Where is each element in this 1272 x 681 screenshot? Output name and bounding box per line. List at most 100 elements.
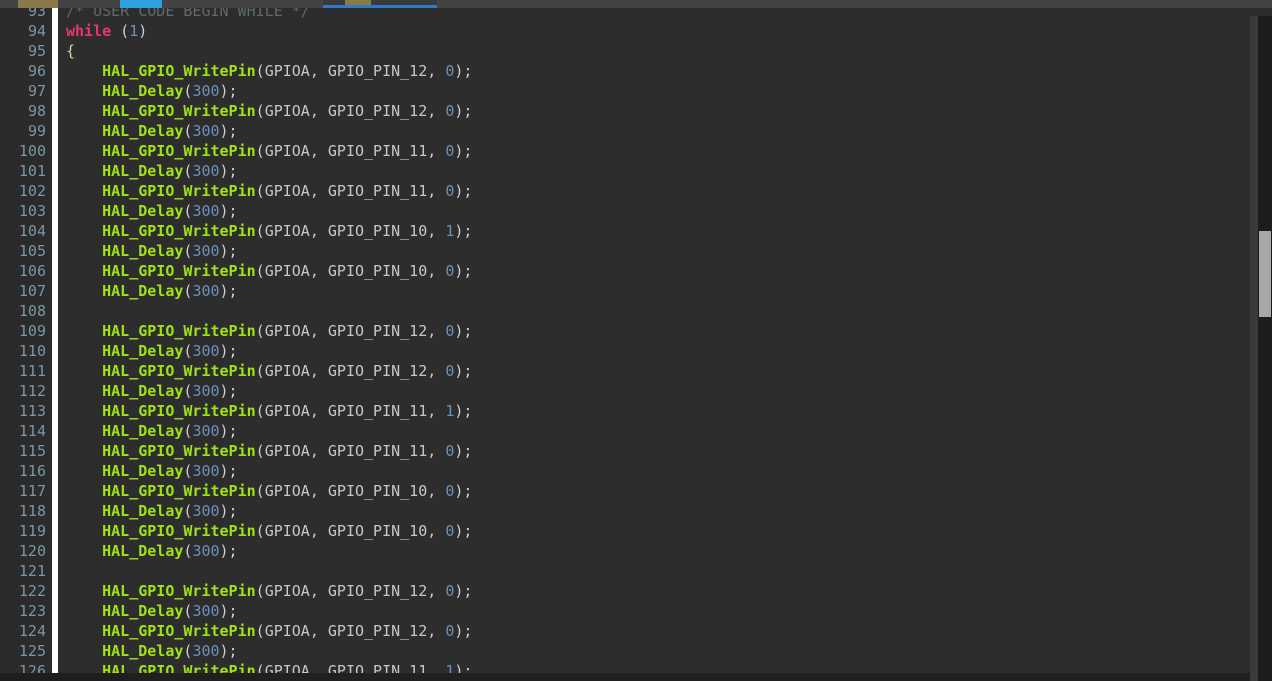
code-line-text[interactable]: HAL_GPIO_WritePin(GPIOA, GPIO_PIN_11, 0)… (66, 141, 472, 161)
code-line[interactable]: 115 HAL_GPIO_WritePin(GPIOA, GPIO_PIN_11… (0, 441, 1272, 461)
code-line[interactable]: 108 (0, 301, 1272, 321)
code-line[interactable]: 106 HAL_GPIO_WritePin(GPIOA, GPIO_PIN_10… (0, 261, 1272, 281)
code-line[interactable]: 95 { (0, 41, 1272, 61)
code-line[interactable]: 119 HAL_GPIO_WritePin(GPIOA, GPIO_PIN_10… (0, 521, 1272, 541)
code-line-text[interactable]: HAL_Delay(300); (66, 241, 238, 261)
code-line-text[interactable]: HAL_Delay(300); (66, 461, 237, 481)
code-line[interactable]: 93 /* USER CODE BEGIN WHILE */ (0, 8, 1272, 21)
code-line-text[interactable]: HAL_GPIO_WritePin(GPIOA, GPIO_PIN_10, 0)… (66, 481, 472, 501)
line-number: 121 (18, 562, 46, 580)
code-line[interactable]: 98 HAL_GPIO_WritePin(GPIOA, GPIO_PIN_12,… (0, 101, 1272, 121)
code-line[interactable]: 113 HAL_GPIO_WritePin(GPIOA, GPIO_PIN_11… (0, 401, 1272, 421)
code-line-text[interactable]: HAL_GPIO_WritePin(GPIOA, GPIO_PIN_12, 0)… (66, 101, 472, 121)
code-line[interactable]: 117 HAL_GPIO_WritePin(GPIOA, GPIO_PIN_10… (0, 481, 1272, 501)
line-number: 111 (18, 362, 46, 380)
code-line-text[interactable]: HAL_Delay(300); (66, 281, 237, 301)
code-line[interactable]: 125 HAL_Delay(300); (0, 641, 1272, 661)
code-line[interactable]: 118 HAL_Delay(300); (0, 501, 1272, 521)
code-line[interactable]: 110 HAL_Delay(300); (0, 341, 1272, 361)
code-line[interactable]: 107 HAL_Delay(300); (0, 281, 1272, 301)
code-line-text[interactable]: HAL_GPIO_WritePin(GPIOA, GPIO_PIN_10, 1)… (66, 221, 472, 241)
code-token-num: 300 (192, 602, 220, 620)
code-line-text[interactable]: HAL_Delay(300); (66, 501, 238, 521)
code-editor[interactable]: 93 /* USER CODE BEGIN WHILE */ 94 while (1)… (0, 8, 1272, 681)
code-token-punct: ); (219, 502, 238, 520)
vertical-scrollbar-track[interactable] (1258, 16, 1272, 681)
code-line[interactable]: 124 HAL_GPIO_WritePin(GPIOA, GPIO_PIN_12… (0, 621, 1272, 641)
code-line[interactable]: 100 HAL_GPIO_WritePin(GPIOA, GPIO_PIN_11… (0, 141, 1272, 161)
background-window-tab[interactable] (18, 0, 58, 8)
code-line-text[interactable]: while (1) (66, 21, 147, 41)
code-line-text[interactable]: HAL_Delay(300); (66, 341, 237, 361)
foreground-window-tab[interactable] (323, 0, 437, 8)
code-line[interactable]: 114 HAL_Delay(300); (0, 421, 1272, 441)
code-line-text[interactable]: HAL_Delay(300); (66, 421, 237, 441)
active-app-indicator[interactable] (120, 0, 162, 8)
code-line-text[interactable]: { (66, 41, 75, 61)
code-line[interactable]: 123 HAL_Delay(300); (0, 601, 1272, 621)
code-line-text[interactable]: HAL_GPIO_WritePin(GPIOA, GPIO_PIN_10, 0)… (66, 521, 472, 541)
code-line-text[interactable]: HAL_Delay(300); (66, 201, 237, 221)
code-line-text[interactable]: HAL_GPIO_WritePin(GPIOA, GPIO_PIN_12, 0)… (66, 321, 472, 341)
code-token-punct: ); (219, 242, 238, 260)
code-line[interactable]: 105 HAL_Delay(300); (0, 241, 1272, 261)
line-number: 109 (18, 322, 46, 340)
code-line[interactable]: 122 HAL_GPIO_WritePin(GPIOA, GPIO_PIN_12… (0, 581, 1272, 601)
code-token-func: HAL_Delay (102, 342, 184, 360)
code-line[interactable]: 121 (0, 561, 1272, 581)
code-line-text[interactable]: HAL_GPIO_WritePin(GPIOA, GPIO_PIN_11, 0)… (66, 441, 472, 461)
code-line-text[interactable]: HAL_GPIO_WritePin(GPIOA, GPIO_PIN_11, 0)… (66, 181, 472, 201)
code-line[interactable]: 94 while (1) (0, 21, 1272, 41)
code-line-text[interactable]: HAL_GPIO_WritePin(GPIOA, GPIO_PIN_10, 0)… (66, 261, 472, 281)
code-line[interactable]: 104 HAL_GPIO_WritePin(GPIOA, GPIO_PIN_10… (0, 221, 1272, 241)
code-line-text[interactable]: HAL_Delay(300); (66, 541, 237, 561)
code-token-func: HAL_Delay (102, 642, 184, 660)
code-line[interactable]: 120 HAL_Delay(300); (0, 541, 1272, 561)
code-line[interactable]: 111 HAL_GPIO_WritePin(GPIOA, GPIO_PIN_12… (0, 361, 1272, 381)
code-token-ident: GPIOA, GPIO_PIN_10, (264, 482, 446, 500)
code-token-ident: GPIOA, GPIO_PIN_12, (264, 622, 446, 640)
line-number: 118 (18, 502, 46, 520)
code-line[interactable]: 97 HAL_Delay(300); (0, 81, 1272, 101)
code-token-func: HAL_Delay (102, 382, 184, 400)
code-line[interactable]: 101 HAL_Delay(300); (0, 161, 1272, 181)
code-line-text[interactable]: HAL_Delay(300); (66, 121, 237, 141)
code-line-text[interactable]: HAL_Delay(300); (66, 161, 237, 181)
code-line[interactable]: 96 HAL_GPIO_WritePin(GPIOA, GPIO_PIN_12,… (0, 61, 1272, 81)
code-token-punct (66, 422, 102, 440)
code-line-text[interactable]: HAL_GPIO_WritePin(GPIOA, GPIO_PIN_12, 0)… (66, 361, 472, 381)
code-line[interactable]: 103 HAL_Delay(300); (0, 201, 1272, 221)
code-line-text[interactable]: HAL_GPIO_WritePin(GPIOA, GPIO_PIN_12, 0)… (66, 61, 472, 81)
code-token-func: HAL_GPIO_WritePin (102, 182, 256, 200)
code-line-text[interactable]: HAL_Delay(300); (66, 641, 237, 661)
line-number: 113 (18, 402, 46, 420)
code-token-num: 300 (192, 202, 220, 220)
code-line[interactable]: 112 HAL_Delay(300); (0, 381, 1272, 401)
code-token-func: HAL_Delay (102, 82, 184, 100)
code-token-ident: GPIOA, GPIO_PIN_12, (264, 362, 446, 380)
code-token-punct: ); (454, 62, 473, 80)
code-line-text[interactable]: HAL_GPIO_WritePin(GPIOA, GPIO_PIN_12, 0)… (66, 621, 472, 641)
code-token-ident: GPIOA, GPIO_PIN_11, (264, 402, 446, 420)
code-line[interactable]: 116 HAL_Delay(300); (0, 461, 1272, 481)
code-line[interactable]: 102 HAL_GPIO_WritePin(GPIOA, GPIO_PIN_11… (0, 181, 1272, 201)
code-line-text[interactable]: HAL_Delay(300); (66, 381, 237, 401)
code-line-text[interactable]: HAL_GPIO_WritePin(GPIOA, GPIO_PIN_11, 1)… (66, 401, 472, 421)
code-line-text[interactable]: HAL_Delay(300); (66, 601, 237, 621)
vertical-scrollbar-thumb[interactable] (1259, 231, 1271, 317)
code-line[interactable]: 109 HAL_GPIO_WritePin(GPIOA, GPIO_PIN_12… (0, 321, 1272, 341)
code-token-num: 1 (445, 402, 455, 420)
code-token-func: HAL_GPIO_WritePin (102, 402, 256, 420)
code-line-text[interactable]: HAL_GPIO_WritePin(GPIOA, GPIO_PIN_12, 0)… (66, 581, 472, 601)
code-token-func: HAL_Delay (102, 162, 184, 180)
code-token-punct: ( (255, 62, 265, 80)
code-line-text[interactable]: /* USER CODE BEGIN WHILE */ (66, 8, 310, 21)
code-token-func: HAL_GPIO_WritePin (102, 622, 256, 640)
line-number: 119 (18, 522, 46, 540)
code-line-text[interactable]: HAL_Delay(300); (66, 81, 237, 101)
code-token-punct: ( (255, 142, 265, 160)
code-token-punct (66, 342, 102, 360)
code-token-num: 300 (192, 382, 220, 400)
code-token-punct: ( (111, 22, 130, 40)
code-line[interactable]: 99 HAL_Delay(300); (0, 121, 1272, 141)
